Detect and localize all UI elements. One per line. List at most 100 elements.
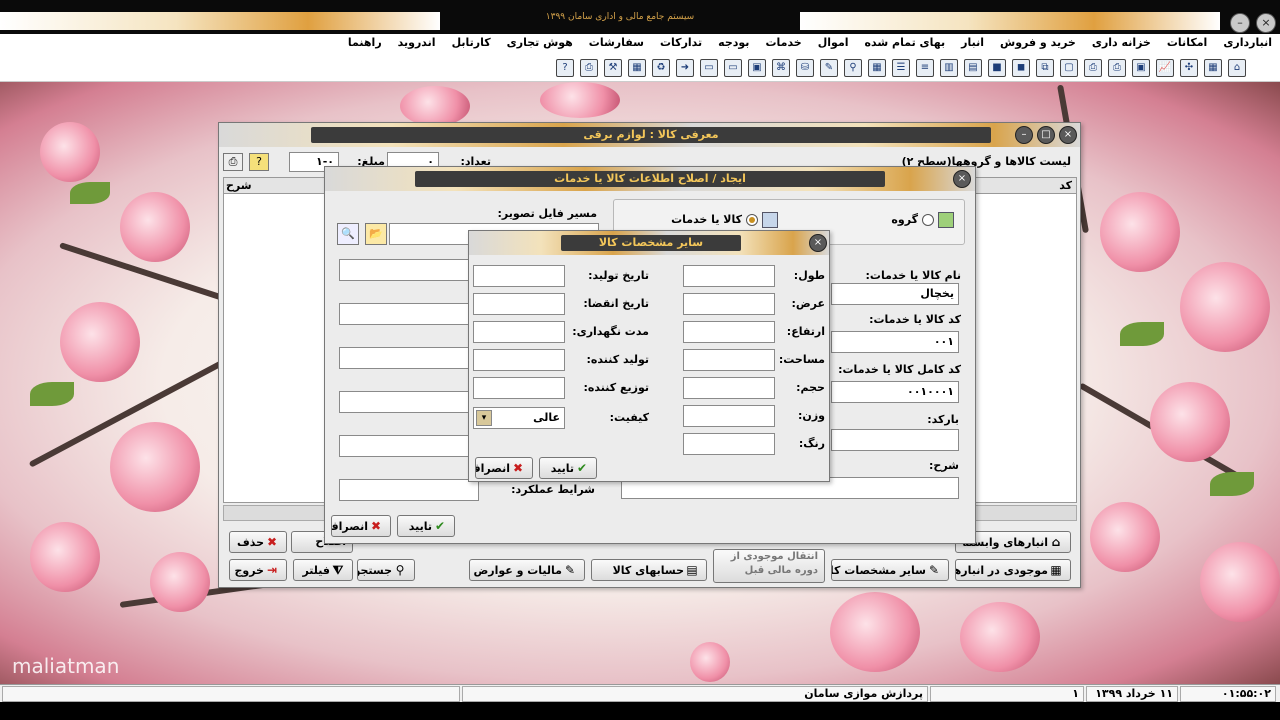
dimension-field[interactable]: [683, 293, 775, 315]
menu-item[interactable]: سفارشات: [581, 34, 652, 52]
calc-icon[interactable]: ▦: [628, 59, 646, 77]
close-icon[interactable]: ×: [953, 170, 971, 188]
building-icon[interactable]: ▦: [1204, 59, 1222, 77]
production-field[interactable]: [473, 349, 565, 371]
dialog-ok-button[interactable]: ✔تایید: [539, 457, 597, 479]
tax-button[interactable]: ✎مالیات و عوارض: [469, 559, 585, 581]
pencil-icon[interactable]: ✎: [820, 59, 838, 77]
filter-icon: ⧩: [332, 563, 344, 577]
group-radio-label: گروه: [891, 213, 918, 226]
close-icon[interactable]: ×: [1059, 126, 1077, 144]
menu-item[interactable]: انبارداری: [1215, 34, 1280, 52]
report-icon[interactable]: ▤: [964, 59, 982, 77]
name-field[interactable]: یخچال: [831, 283, 959, 305]
item-radio[interactable]: [746, 214, 758, 226]
menu-item[interactable]: راهنما: [340, 34, 390, 52]
tools-icon[interactable]: ⚒: [604, 59, 622, 77]
print2-icon[interactable]: ⎙: [1084, 59, 1102, 77]
package-icon[interactable]: ▣: [1132, 59, 1150, 77]
recycle-icon[interactable]: ♻: [652, 59, 670, 77]
exit-button[interactable]: ⇥خروج: [229, 559, 287, 581]
window-icon[interactable]: ▢: [1060, 59, 1078, 77]
table-icon[interactable]: ☰: [892, 59, 910, 77]
network-icon[interactable]: ⌘: [772, 59, 790, 77]
title-ornament-left: [0, 12, 440, 30]
code-field[interactable]: ۰۰۱: [831, 331, 959, 353]
dimension-field[interactable]: [683, 405, 775, 427]
delete-button[interactable]: ✖حذف: [229, 531, 287, 553]
menu-item[interactable]: اموال: [810, 34, 857, 52]
dimension-field[interactable]: [683, 265, 775, 287]
dialog-cancel-button[interactable]: ✖انصراف: [475, 457, 533, 479]
tree-icon[interactable]: ✣: [1180, 59, 1198, 77]
cancel-button[interactable]: ✖انصراف: [331, 515, 391, 537]
menu-item[interactable]: خدمات: [757, 34, 809, 52]
copy-icon[interactable]: ⧉: [1036, 59, 1054, 77]
menu-item[interactable]: اندروید: [390, 34, 444, 52]
extra-field-4[interactable]: [339, 391, 479, 413]
menu-item[interactable]: خزانه داری: [1084, 34, 1159, 52]
production-label: تاریخ تولید:: [588, 269, 649, 282]
dimension-field[interactable]: [683, 321, 775, 343]
dimension-field[interactable]: [683, 349, 775, 371]
dimension-field[interactable]: [683, 377, 775, 399]
print-icon[interactable]: ⎙: [580, 59, 598, 77]
menu-item[interactable]: کارتابل: [444, 34, 499, 52]
database-icon[interactable]: ⛁: [796, 59, 814, 77]
chart-icon[interactable]: 📈: [1156, 59, 1174, 77]
ok-button[interactable]: ✔تایید: [397, 515, 455, 537]
extra-field-5[interactable]: [339, 435, 479, 457]
cube-icon[interactable]: ◼: [1012, 59, 1030, 77]
menu-item[interactable]: بودجه: [710, 34, 757, 52]
menu-item[interactable]: خرید و فروش: [992, 34, 1084, 52]
grid-icon[interactable]: ▦: [868, 59, 886, 77]
stock-in-depots-button[interactable]: ▦موجودی در انبارها: [955, 559, 1071, 581]
fullcode-field[interactable]: ۰۰۱۰۰۰۱: [831, 381, 959, 403]
production-field[interactable]: [473, 293, 565, 315]
column-description[interactable]: شرح: [226, 179, 252, 192]
production-field[interactable]: [473, 377, 565, 399]
menu-item[interactable]: بهای تمام شده: [857, 34, 954, 52]
help-icon[interactable]: ?: [556, 59, 574, 77]
menu-item[interactable]: هوش تجاری: [499, 34, 581, 52]
menu-item[interactable]: تدارکات: [652, 34, 710, 52]
group-radio[interactable]: [922, 214, 934, 226]
barcode-field[interactable]: [831, 429, 959, 451]
quality-select[interactable]: عالی ▾: [473, 407, 565, 429]
production-field[interactable]: [473, 321, 565, 343]
help-icon[interactable]: ?: [249, 153, 269, 171]
production-field[interactable]: [473, 265, 565, 287]
extra-field-3[interactable]: [339, 347, 479, 369]
chevron-down-icon[interactable]: ▾: [476, 410, 492, 426]
menu-item[interactable]: انبار: [953, 34, 992, 52]
extra-field-1[interactable]: [339, 259, 479, 281]
minimize-icon[interactable]: –: [1015, 126, 1033, 144]
box-icon[interactable]: ■: [988, 59, 1006, 77]
print-icon[interactable]: ⎙: [223, 153, 243, 171]
search-icon[interactable]: ⚲: [844, 59, 862, 77]
home-icon[interactable]: ⌂: [1228, 59, 1246, 77]
columns-icon[interactable]: ▥: [940, 59, 958, 77]
maximize-icon[interactable]: □: [1037, 126, 1055, 144]
print3-icon[interactable]: ⎙: [1108, 59, 1126, 77]
extra-field-2[interactable]: [339, 303, 479, 325]
folder-icon[interactable]: 📂: [365, 223, 387, 245]
docs-icon[interactable]: ▭: [724, 59, 742, 77]
preview-icon[interactable]: 🔍: [337, 223, 359, 245]
close-icon[interactable]: ×: [809, 234, 827, 252]
arrow-right-icon[interactable]: ➜: [676, 59, 694, 77]
column-code[interactable]: کد: [1059, 179, 1072, 192]
doc-icon[interactable]: ▭: [700, 59, 718, 77]
transfer-stock-button[interactable]: انتقال موجودی از دوره مالی قبل: [713, 549, 825, 583]
product-accounts-button[interactable]: ▤حسابهای کالا: [591, 559, 707, 581]
close-icon[interactable]: ×: [1256, 13, 1276, 33]
performance-field[interactable]: [339, 479, 479, 501]
menu-item[interactable]: امکانات: [1159, 34, 1215, 52]
list-icon[interactable]: ≡: [916, 59, 934, 77]
monitor-icon[interactable]: ▣: [748, 59, 766, 77]
minimize-icon[interactable]: –: [1230, 13, 1250, 33]
other-specs-button[interactable]: ✎سایر مشخصات کالا: [831, 559, 949, 581]
dimension-field[interactable]: [683, 433, 775, 455]
search-button[interactable]: ⚲جستجو: [357, 559, 415, 581]
filter-button[interactable]: ⧩فیلتر: [293, 559, 353, 581]
